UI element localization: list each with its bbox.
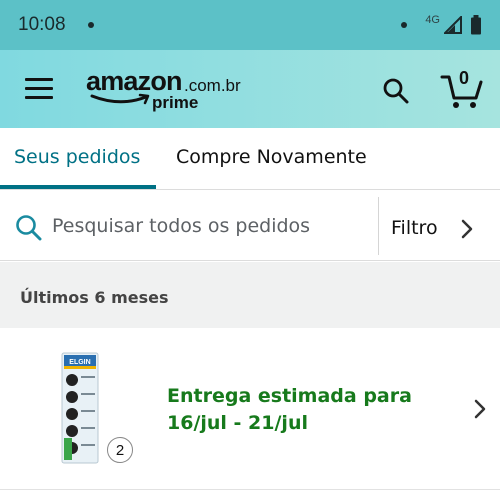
order-search-bar: Filtro (0, 191, 500, 261)
delivery-estimate: Entrega estimada para 16/jul - 21/jul (167, 383, 447, 437)
order-list-item[interactable]: ELGIN 2 Entrega estimada para 16/jul - 2… (0, 328, 500, 490)
filter-label: Filtro (391, 217, 438, 239)
search-orders-icon (16, 215, 42, 241)
logo-smile-icon (90, 93, 150, 105)
search-orders-input[interactable] (52, 209, 368, 243)
chevron-right-icon (474, 399, 486, 419)
orders-section-header: Últimos 6 meses (0, 262, 500, 328)
status-time: 10:08 (18, 14, 66, 35)
logo-prime: prime (152, 93, 199, 112)
hamburger-menu-icon[interactable] (25, 78, 53, 100)
battery-icon (471, 15, 481, 35)
cart-button[interactable]: 0 (440, 68, 484, 110)
filter-button[interactable]: Filtro (379, 191, 500, 261)
product-image: ELGIN (61, 352, 99, 464)
cart-count-badge: 0 (458, 68, 469, 88)
delivery-line-1: Entrega estimada para (167, 385, 412, 407)
tab-seus-pedidos[interactable]: Seus pedidos (14, 146, 140, 168)
tab-compre-novamente[interactable]: Compre Novamente (176, 146, 367, 168)
status-icons: 4G (401, 14, 482, 35)
app-bar: amazon .com.br prime 0 (0, 50, 500, 128)
status-dot-icon (401, 22, 408, 28)
quantity-badge: 2 (107, 437, 133, 463)
amazon-prime-logo[interactable]: amazon .com.br prime (86, 66, 256, 118)
notification-dot-icon (87, 22, 94, 28)
status-bar: 10:08 4G (0, 0, 500, 50)
section-title: Últimos 6 meses (20, 288, 169, 307)
order-tabs: Seus pedidos Compre Novamente (0, 128, 500, 190)
search-icon[interactable] (382, 77, 410, 105)
signal-icon (444, 16, 462, 34)
delivery-line-2: 16/jul - 21/jul (167, 412, 308, 434)
chevron-right-icon (461, 219, 473, 239)
product-brand: ELGIN (69, 359, 90, 366)
network-type: 4G (425, 14, 440, 26)
active-tab-indicator (0, 185, 156, 189)
